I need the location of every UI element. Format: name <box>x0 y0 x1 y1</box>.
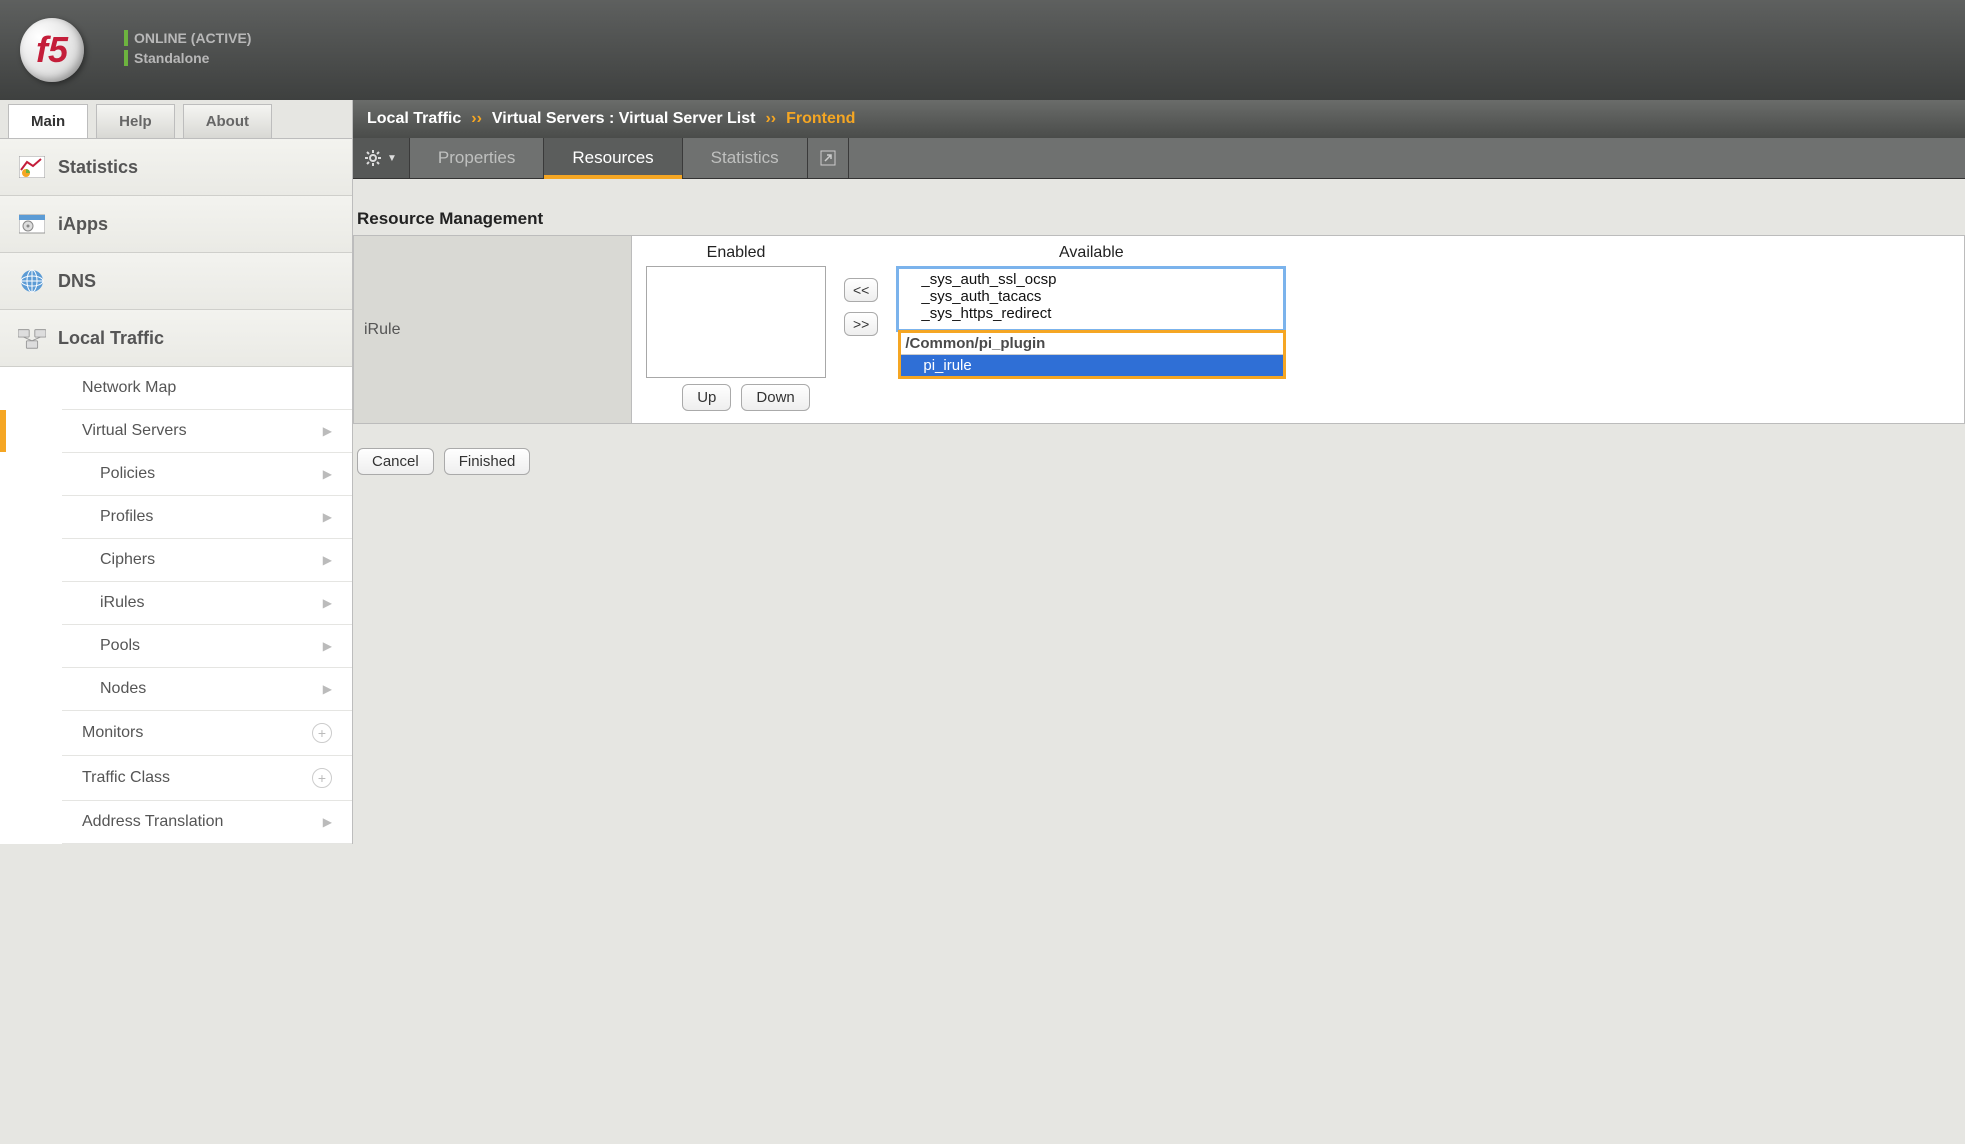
status-bottom: Standalone <box>134 50 209 66</box>
chevron-right-icon: ▶ <box>323 596 332 610</box>
nav-item-label: Nodes <box>100 680 146 698</box>
nav-item-label: Pools <box>100 637 140 655</box>
status-indicator-icon <box>124 50 128 66</box>
statistics-icon <box>18 153 46 181</box>
tab-statistics[interactable]: Statistics <box>683 138 808 178</box>
status-top: ONLINE (ACTIVE) <box>134 30 251 46</box>
move-left-button[interactable]: << <box>844 278 878 302</box>
plugin-header[interactable]: /Common/pi_plugin <box>901 333 1283 355</box>
nav-statistics-label: Statistics <box>58 157 138 178</box>
chevron-right-icon: ▶ <box>323 553 332 567</box>
nav-item-nodes[interactable]: Nodes ▶ <box>62 668 352 711</box>
nav-dns-label: DNS <box>58 271 96 292</box>
sidebar: Main Help About Statistics <box>0 100 352 844</box>
tab-help[interactable]: Help <box>96 104 175 138</box>
nav-item-address-translation[interactable]: Address Translation ▶ <box>62 801 352 844</box>
nav-item-label: Address Translation <box>82 813 223 831</box>
nav-item-network-map[interactable]: Network Map <box>62 367 352 410</box>
chevron-right-icon: ▶ <box>323 510 332 524</box>
nav-item-label: Traffic Class <box>82 769 170 787</box>
nav-iapps[interactable]: iApps <box>0 196 352 253</box>
breadcrumb: Local Traffic ›› Virtual Servers : Virtu… <box>353 100 1965 138</box>
plugin-item-selected[interactable]: pi_irule <box>901 355 1283 376</box>
local-traffic-icon <box>18 324 46 352</box>
sub-tabs: ▼ Properties Resources Statistics <box>353 138 1965 179</box>
cancel-button[interactable]: Cancel <box>357 448 434 475</box>
nav-item-virtual-servers[interactable]: Virtual Servers ▶ <box>62 410 352 453</box>
available-listbox[interactable]: _sys_auth_ssl_ocsp _sys_auth_tacacs _sys… <box>896 266 1286 332</box>
nav-item-irules[interactable]: iRules ▶ <box>62 582 352 625</box>
gear-menu[interactable]: ▼ <box>353 138 410 178</box>
chevron-right-icon: ▶ <box>323 682 332 696</box>
available-label: Available <box>1059 244 1124 262</box>
available-item[interactable]: _sys_https_redirect <box>899 305 1283 322</box>
nav-item-label: Virtual Servers <box>82 422 187 440</box>
tab-properties[interactable]: Properties <box>410 138 544 178</box>
chevron-right-icon: ▶ <box>323 467 332 481</box>
iapps-icon <box>18 210 46 238</box>
nav-item-monitors[interactable]: Monitors + <box>62 711 352 756</box>
nav-item-policies[interactable]: Policies ▶ <box>62 453 352 496</box>
chevron-right-icon: ▶ <box>323 424 332 438</box>
tab-resources[interactable]: Resources <box>544 138 682 178</box>
nav-item-pools[interactable]: Pools ▶ <box>62 625 352 668</box>
nav-dns[interactable]: DNS <box>0 253 352 310</box>
breadcrumb-separator: ›› <box>765 110 776 128</box>
nav-local-traffic-subtree: Network Map Virtual Servers ▶ Policies ▶… <box>0 367 352 844</box>
breadcrumb-part[interactable]: Virtual Servers : Virtual Server List <box>492 110 756 128</box>
nav-item-profiles[interactable]: Profiles ▶ <box>62 496 352 539</box>
nav-item-label: Ciphers <box>100 551 155 569</box>
breadcrumb-separator: ›› <box>471 110 482 128</box>
section-title: Resource Management <box>353 179 1965 235</box>
nav-item-label: Policies <box>100 465 155 483</box>
nav-item-label: Network Map <box>82 379 176 397</box>
down-button[interactable]: Down <box>741 384 809 411</box>
row-label: iRule <box>354 236 632 423</box>
nav-item-traffic-class[interactable]: Traffic Class + <box>62 756 352 801</box>
dropdown-caret-icon: ▼ <box>387 153 397 164</box>
breadcrumb-part[interactable]: Local Traffic <box>367 110 461 128</box>
nav-local-traffic-label: Local Traffic <box>58 328 164 349</box>
tab-main[interactable]: Main <box>8 104 88 138</box>
enabled-listbox[interactable] <box>646 266 826 378</box>
plus-circle-icon[interactable]: + <box>312 768 332 788</box>
breadcrumb-current: Frontend <box>786 110 855 128</box>
resource-table: iRule Enabled Up Down << >> <box>353 235 1965 424</box>
popout-icon <box>820 150 836 166</box>
gear-icon <box>365 150 381 166</box>
nav-item-label: Monitors <box>82 724 143 742</box>
header-status: ONLINE (ACTIVE) Standalone <box>124 30 251 70</box>
move-right-button[interactable]: >> <box>844 312 878 336</box>
finished-button[interactable]: Finished <box>444 448 531 475</box>
main-content: Local Traffic ›› Virtual Servers : Virtu… <box>352 100 1965 844</box>
plus-circle-icon[interactable]: + <box>312 723 332 743</box>
nav-item-ciphers[interactable]: Ciphers ▶ <box>62 539 352 582</box>
logo-text: f5 <box>36 29 68 71</box>
nav-item-label: iRules <box>100 594 144 612</box>
enabled-label: Enabled <box>707 244 766 262</box>
available-item[interactable]: _sys_auth_ssl_ocsp <box>899 271 1283 288</box>
nav-iapps-label: iApps <box>58 214 108 235</box>
chevron-right-icon: ▶ <box>323 815 332 829</box>
available-item[interactable]: _sys_auth_tacacs <box>899 288 1283 305</box>
f5-logo: f5 <box>20 18 84 82</box>
popout-button[interactable] <box>808 138 849 178</box>
nav-local-traffic[interactable]: Local Traffic <box>0 310 352 367</box>
app-header: f5 ONLINE (ACTIVE) Standalone <box>0 0 1965 100</box>
nav-item-label: Profiles <box>100 508 153 526</box>
nav-statistics[interactable]: Statistics <box>0 139 352 196</box>
plugin-group: /Common/pi_plugin pi_irule <box>898 330 1286 379</box>
tab-about[interactable]: About <box>183 104 272 138</box>
chevron-right-icon: ▶ <box>323 639 332 653</box>
status-indicator-icon <box>124 30 128 46</box>
dns-icon <box>18 267 46 295</box>
top-tabs: Main Help About <box>0 100 352 139</box>
up-button[interactable]: Up <box>682 384 731 411</box>
